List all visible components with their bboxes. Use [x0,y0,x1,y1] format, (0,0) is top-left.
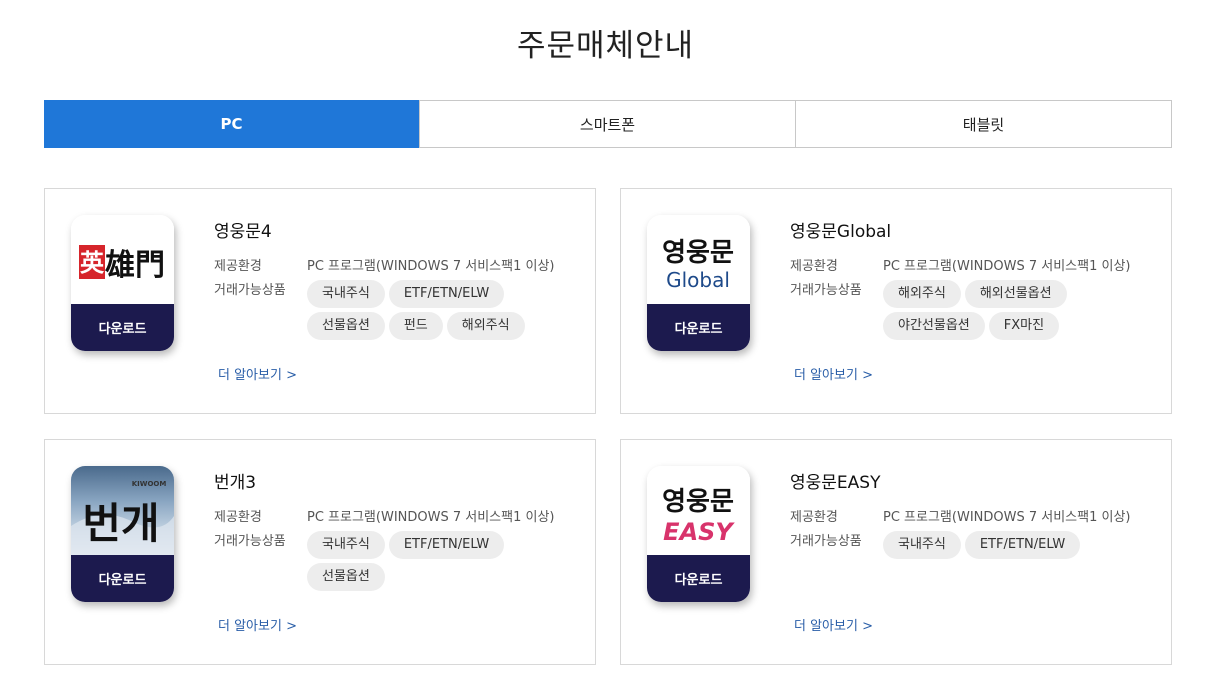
app-icon-youngwoongmun4: 英 雄門 다운로드 [71,215,174,351]
env-value: PC 프로그램(WINDOWS 7 서비스팩1 이상) [307,259,555,274]
product-chip: 선물옵션 [307,563,385,591]
app-card-youngwoongmun-easy: 영웅문 EASY 다운로드 영웅문EASY 제공환경 PC 프로그램(WINDO… [620,439,1172,665]
app-name: 영웅문4 [214,222,272,242]
product-chip: ETF/ETN/ELW [388,531,505,559]
product-chip: ETF/ETN/ELW [388,280,505,308]
env-label: 제공환경 [790,510,838,525]
download-button[interactable]: 다운로드 [647,555,750,602]
learn-more-link[interactable]: 더 알아보기 > [794,615,873,634]
product-chips: 국내주식 ETF/ETN/ELW 선물옵션 펀드 해외주식 [307,280,557,344]
product-chip: 국내주식 [883,531,961,559]
products-label: 거래가능상품 [790,534,862,549]
env-value: PC 프로그램(WINDOWS 7 서비스팩1 이상) [307,510,555,525]
beongae-logo-graphic: KIWOOM 번개 [71,480,174,555]
download-button[interactable]: 다운로드 [71,555,174,602]
products-label: 거래가능상품 [214,534,286,549]
product-chip: 해외주식 [883,280,961,308]
env-label: 제공환경 [214,259,262,274]
product-chips: 국내주식 ETF/ETN/ELW [883,531,1133,563]
app-name: 영웅문Global [790,222,892,242]
app-icon-beongae3: KIWOOM 번개 다운로드 [71,466,174,602]
learn-more-link[interactable]: 더 알아보기 > [218,615,297,634]
app-icon-youngwoongmun-global: 영웅문 Global 다운로드 [647,215,750,351]
logo-text: 번개 [82,499,159,548]
youngwoongmun-global-logo-icon: 영웅문 Global [647,215,750,304]
logo-char-1: 英 [80,248,105,277]
product-chip: ETF/ETN/ELW [964,531,1081,559]
app-card-youngwoongmun-global: 영웅문 Global 다운로드 영웅문Global 제공환경 PC 프로그램(W… [620,188,1172,414]
media-tabs: PC 스마트폰 태블릿 [44,100,1172,148]
products-label: 거래가능상품 [214,283,286,298]
youngwoongmun-logo-graphic: 英 雄門 [79,245,165,283]
download-button[interactable]: 다운로드 [71,304,174,351]
product-chips: 해외주식 해외선물옵션 야간선물옵션 FX마진 [883,280,1133,344]
logo-text: 영웅문 [662,238,734,268]
app-name: 번개3 [214,473,257,493]
tab-pc[interactable]: PC [44,100,419,148]
page-title: 주문매체안내 [516,28,695,64]
youngwoongmun-global-logo-graphic: 영웅문 Global [662,238,734,292]
product-chip: 펀드 [388,312,443,340]
product-chip: 국내주식 [307,280,385,308]
tab-smartphone[interactable]: 스마트폰 [419,101,795,147]
env-value: PC 프로그램(WINDOWS 7 서비스팩1 이상) [883,510,1131,525]
logo-subtext: Global [666,268,730,292]
logo-subtext: KIWOOM [132,480,167,488]
product-chip: 야간선물옵션 [883,312,985,340]
beongae-logo-icon: KIWOOM 번개 [71,466,174,555]
env-value: PC 프로그램(WINDOWS 7 서비스팩1 이상) [883,259,1131,274]
app-name: 영웅문EASY [790,473,881,493]
product-chip: 국내주식 [307,531,385,559]
youngwoongmun-easy-logo-graphic: 영웅문 EASY [662,487,735,546]
learn-more-link[interactable]: 더 알아보기 > [218,364,297,383]
app-icon-youngwoongmun-easy: 영웅문 EASY 다운로드 [647,466,750,602]
env-label: 제공환경 [790,259,838,274]
product-chip: 선물옵션 [307,312,385,340]
product-chip: FX마진 [988,312,1060,340]
tab-tablet[interactable]: 태블릿 [795,101,1171,147]
youngwoongmun-easy-logo-icon: 영웅문 EASY [647,466,750,555]
product-chip: 해외선물옵션 [964,280,1067,308]
logo-text: 영웅문 [662,487,734,517]
app-card-youngwoongmun4: 英 雄門 다운로드 영웅문4 제공환경 PC 프로그램(WINDOWS 7 서비… [44,188,596,414]
app-card-beongae3: KIWOOM 번개 다운로드 번개3 제공환경 PC 프로그램(WINDOWS … [44,439,596,665]
learn-more-link[interactable]: 더 알아보기 > [794,364,873,383]
logo-chars: 雄門 [105,248,165,283]
product-chip: 해외주식 [446,312,525,340]
env-label: 제공환경 [214,510,262,525]
product-chips: 국내주식 ETF/ETN/ELW 선물옵션 [307,531,557,595]
youngwoongmun-logo-icon: 英 雄門 [71,215,174,304]
download-button[interactable]: 다운로드 [647,304,750,351]
logo-subtext: EASY [663,518,735,546]
products-label: 거래가능상품 [790,283,862,298]
